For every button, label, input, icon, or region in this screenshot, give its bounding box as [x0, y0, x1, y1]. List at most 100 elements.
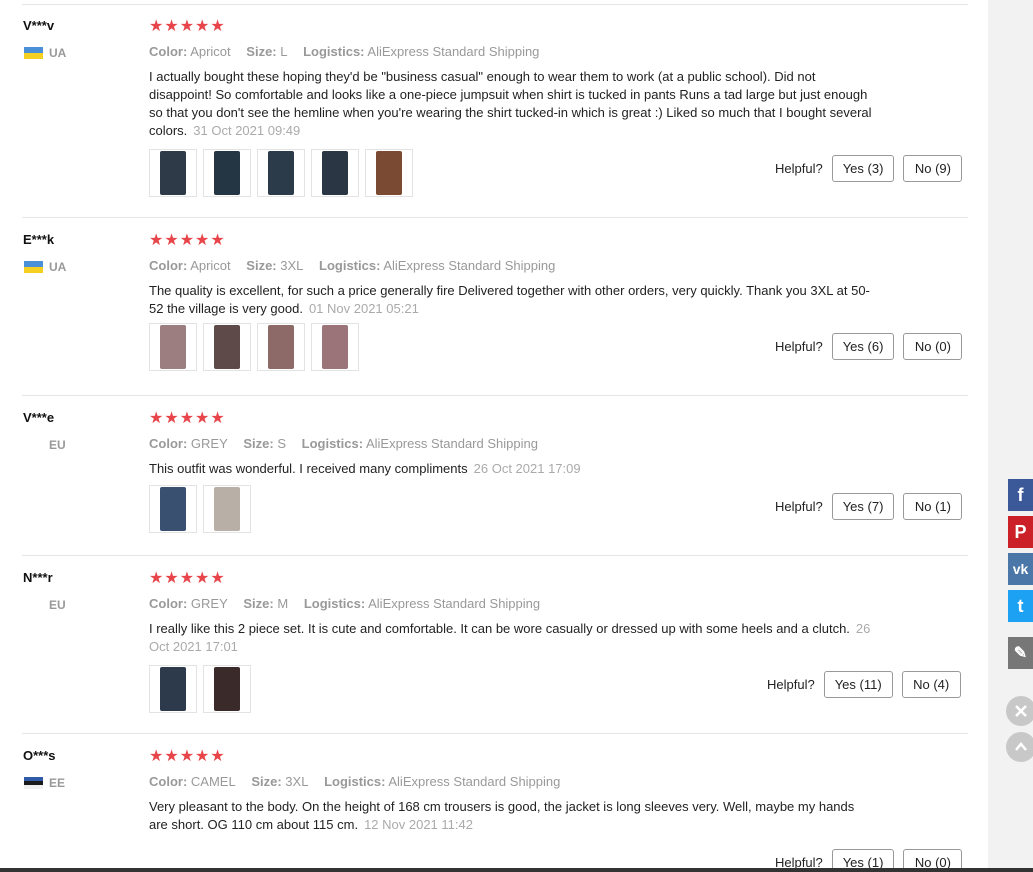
attr-label: Size:: [243, 596, 274, 611]
photo-thumbnail: [376, 151, 402, 195]
attr-value: AliExpress Standard Shipping: [388, 774, 561, 789]
reviewer-name: N***r: [23, 570, 53, 585]
star-rating: ★★★★★: [149, 232, 226, 249]
attr-value: AliExpress Standard Shipping: [383, 258, 556, 273]
attr-value: L: [280, 44, 288, 59]
photo-thumbnail: [160, 151, 186, 195]
helpful-label: Helpful?: [775, 499, 823, 514]
attr-value: Apricot: [190, 44, 231, 59]
review-date: 31 Oct 2021 09:49: [193, 123, 301, 138]
review-photo[interactable]: [203, 323, 251, 371]
reviewer-name: V***e: [23, 410, 55, 425]
reviewer-name: E***k: [23, 232, 55, 247]
review-photo[interactable]: [203, 665, 251, 713]
helpful-no-button[interactable]: No (4): [901, 671, 961, 698]
star-rating: ★★★★★: [149, 570, 226, 587]
scroll-top-icon[interactable]: [1006, 732, 1033, 762]
review-photo[interactable]: [257, 323, 305, 371]
review-text: This outfit was wonderful. I received ma…: [149, 461, 468, 476]
review-photo[interactable]: [203, 149, 251, 197]
photo-thumbnail: [214, 325, 240, 369]
edit-icon[interactable]: ✎: [1008, 637, 1033, 669]
attr-label: Size:: [246, 258, 277, 273]
attr-label: Size:: [243, 436, 274, 451]
twitter-icon[interactable]: t: [1008, 590, 1033, 622]
attr-value: 3XL: [285, 774, 309, 789]
helpful-controls: Helpful? Yes (6) No (0): [775, 333, 963, 360]
review-body: This outfit was wonderful. I received ma…: [149, 460, 874, 478]
review-attributes: Color: CAMEL Size: 3XL Logistics: AliExp…: [149, 774, 572, 789]
country-code: UA: [49, 260, 67, 274]
helpful-controls: Helpful? Yes (11) No (4): [767, 671, 961, 698]
review-date: 01 Nov 2021 05:21: [308, 301, 419, 316]
photo-thumbnail: [322, 151, 348, 195]
flag-icon: [24, 439, 43, 451]
attr-value: AliExpress Standard Shipping: [367, 44, 540, 59]
review-body: I really like this 2 piece set. It is cu…: [149, 620, 874, 656]
facebook-icon[interactable]: f: [1008, 479, 1033, 511]
review-photos: [149, 665, 251, 713]
close-icon[interactable]: [1006, 696, 1033, 726]
review-photo[interactable]: [311, 323, 359, 371]
photo-thumbnail: [268, 151, 294, 195]
helpful-no-button[interactable]: No (1): [903, 493, 963, 520]
review-item: O***s EE ★★★★★ Color: CAMEL Size: 3XL Lo…: [0, 734, 988, 872]
vk-icon[interactable]: vk: [1008, 553, 1033, 585]
attr-label: Logistics:: [324, 774, 386, 789]
attr-value: M: [277, 596, 289, 611]
flag-icon: [24, 599, 43, 611]
review-body: Very pleasant to the body. On the height…: [149, 798, 874, 834]
star-rating: ★★★★★: [149, 410, 226, 427]
review-attributes: Color: GREY Size: M Logistics: AliExpres…: [149, 596, 552, 611]
photo-thumbnail: [214, 151, 240, 195]
helpful-no-button[interactable]: No (0): [903, 333, 963, 360]
helpful-yes-button[interactable]: Yes (7): [831, 493, 895, 520]
helpful-yes-button[interactable]: Yes (11): [823, 671, 893, 698]
attr-label: Logistics:: [303, 44, 365, 59]
attr-label: Color:: [149, 436, 188, 451]
bottom-bar: [0, 868, 1033, 872]
photo-thumbnail: [214, 667, 240, 711]
attr-label: Size:: [246, 44, 277, 59]
attr-label: Color:: [149, 258, 188, 273]
reviewer-name: O***s: [23, 748, 56, 763]
reviewer-country: EU: [24, 438, 66, 452]
attr-label: Size:: [251, 774, 282, 789]
attr-value: 3XL: [280, 258, 304, 273]
review-attributes: Color: Apricot Size: 3XL Logistics: AliE…: [149, 258, 567, 273]
review-photo[interactable]: [149, 149, 197, 197]
pinterest-icon[interactable]: P: [1008, 516, 1033, 548]
helpful-label: Helpful?: [775, 161, 823, 176]
attr-label: Logistics:: [301, 436, 364, 451]
attr-value: GREY: [190, 596, 228, 611]
reviewer-country: EE: [24, 776, 65, 790]
review-item: V***v UA ★★★★★ Color: Apricot Size: L Lo…: [0, 4, 988, 218]
reviewer-country: UA: [24, 260, 66, 274]
helpful-no-button[interactable]: No (9): [903, 155, 963, 182]
helpful-yes-button[interactable]: Yes (3): [831, 155, 895, 182]
star-rating: ★★★★★: [149, 18, 226, 35]
review-photo[interactable]: [365, 149, 413, 197]
review-photo[interactable]: [149, 323, 197, 371]
review-text: I really like this 2 piece set. It is cu…: [149, 621, 850, 636]
review-date: 12 Nov 2021 11:42: [364, 817, 473, 832]
review-photo[interactable]: [149, 665, 197, 713]
helpful-controls: Helpful? Yes (7) No (1): [775, 493, 963, 520]
flag-icon: [24, 777, 43, 789]
review-attributes: Color: GREY Size: S Logistics: AliExpres…: [149, 436, 550, 451]
photo-thumbnail: [160, 325, 186, 369]
review-photo[interactable]: [257, 149, 305, 197]
photo-thumbnail: [160, 667, 186, 711]
review-photo[interactable]: [149, 485, 197, 533]
review-photos: [149, 149, 413, 197]
country-code: EE: [49, 776, 66, 790]
review-photo[interactable]: [203, 485, 251, 533]
reviews-list: V***v UA ★★★★★ Color: Apricot Size: L Lo…: [0, 0, 988, 872]
review-item: N***r EU ★★★★★ Color: GREY Size: M Logis…: [0, 556, 988, 734]
review-photo[interactable]: [311, 149, 359, 197]
reviewer-country: EU: [24, 598, 66, 612]
attr-label: Color:: [149, 44, 188, 59]
helpful-yes-button[interactable]: Yes (6): [831, 333, 895, 360]
review-date: 26 Oct 2021 17:09: [473, 461, 581, 476]
review-item: E***k UA ★★★★★ Color: Apricot Size: 3XL …: [0, 218, 988, 396]
